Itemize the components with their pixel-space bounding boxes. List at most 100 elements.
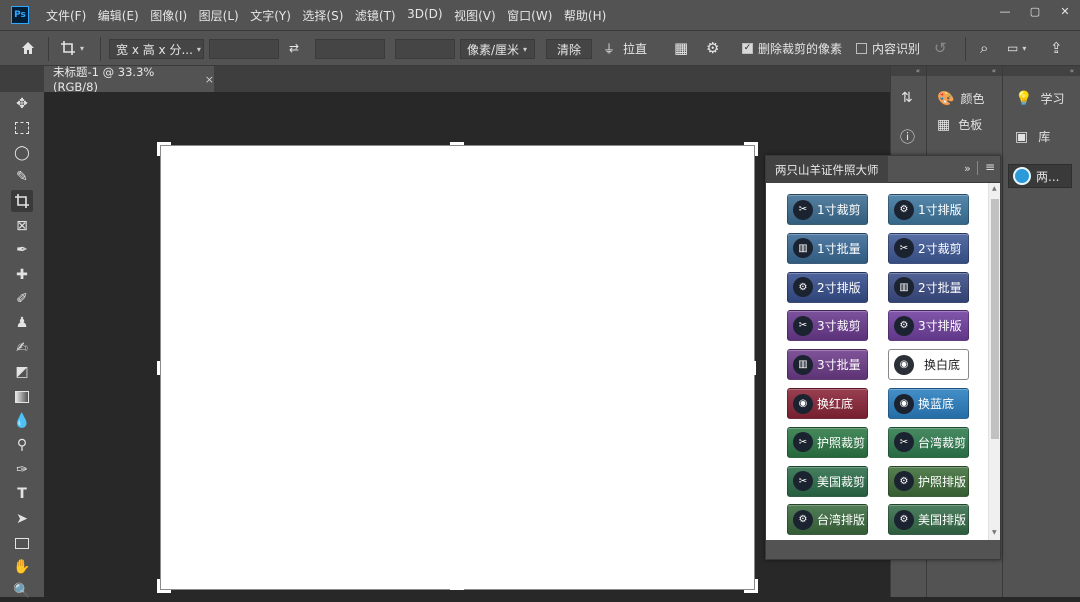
plugin-button-left-5[interactable]: ◉ 换红底 <box>787 388 868 419</box>
straighten-button[interactable]: ⏚ 拉直 <box>603 37 647 59</box>
reset-icon[interactable]: ↺ <box>934 37 947 59</box>
scroll-down-icon[interactable]: ▼ <box>992 529 997 536</box>
gear-icon[interactable]: ⚙ <box>706 37 719 59</box>
crop-handle-bottom-left[interactable] <box>157 579 171 593</box>
crop-tool-preset[interactable]: ▾ <box>60 37 84 59</box>
workspace-icon[interactable]: ▭ ▾ <box>1007 37 1026 59</box>
crop-handle-bottom-right[interactable] <box>744 579 758 593</box>
eraser-tool-icon[interactable]: ◩ <box>11 361 33 383</box>
document-tab[interactable]: 未标题-1 @ 33.3%(RGB/8) × <box>44 65 214 94</box>
path-select-tool-icon[interactable]: ➤ <box>11 508 33 530</box>
crop-handle-right[interactable] <box>753 361 756 375</box>
stamp-tool-icon[interactable]: ♟ <box>11 312 33 334</box>
history-brush-tool-icon[interactable]: ✍ <box>11 337 33 359</box>
crop-handle-top-left[interactable] <box>157 142 171 156</box>
ratio-select[interactable]: 宽 x 高 x 分... ▾ <box>109 39 204 59</box>
delete-cropped-checkbox[interactable]: ✓ 删除裁剪的像素 <box>742 37 842 59</box>
crop-handle-top-right[interactable] <box>744 142 758 156</box>
plugin-button-right-6[interactable]: ✂ 台湾裁剪 <box>888 426 969 458</box>
plugin-button-right-1[interactable]: ✂ 2寸裁剪 <box>888 232 969 264</box>
healing-tool-icon[interactable]: ✚ <box>11 264 33 286</box>
info-icon[interactable]: ⓘ <box>900 126 915 147</box>
plugin-button-left-0[interactable]: ✂ 1寸裁剪 <box>787 194 868 225</box>
menu-item-1[interactable]: 编辑(E) <box>98 7 139 24</box>
plugin-panel-tab[interactable]: 两只山羊证件照大师 <box>766 156 888 183</box>
crop-handle-bottom[interactable] <box>450 587 464 590</box>
crop-tool-icon[interactable] <box>11 190 33 212</box>
plugin-button-right-5[interactable]: ◉ 换蓝底 <box>888 388 969 419</box>
search-icon[interactable]: ⌕ <box>980 37 988 59</box>
plugin-button-right-0[interactable]: ⚙ 1寸排版 <box>888 194 969 225</box>
eyedropper-tool-icon[interactable]: ✒ <box>11 239 33 261</box>
plugin-button-right-8[interactable]: ⚙ 美国排版 <box>888 504 969 536</box>
expand-panel-icon[interactable]: » <box>964 162 971 175</box>
plugin-button-left-7[interactable]: ✂ 美国裁剪 <box>787 465 868 497</box>
quick-select-tool-icon[interactable]: ✎ <box>11 166 33 188</box>
blur-tool-icon[interactable]: 💧 <box>11 410 33 432</box>
move-tool-icon[interactable]: ✥ <box>11 93 33 115</box>
marquee-tool-icon[interactable] <box>11 117 33 139</box>
menu-item-0[interactable]: 文件(F) <box>46 7 86 24</box>
hand-tool-icon[interactable]: ✋ <box>11 556 33 578</box>
crop-handle-top[interactable] <box>450 142 464 145</box>
menu-item-5[interactable]: 选择(S) <box>302 7 343 24</box>
grid-overlay-icon[interactable]: ▦ <box>674 37 688 59</box>
unit-select[interactable]: 像素/厘米 ▾ <box>460 39 535 59</box>
plugin-scrollbar[interactable]: ▲ ▼ <box>988 183 1000 540</box>
document-canvas[interactable] <box>160 145 755 590</box>
rectangle-tool-icon[interactable] <box>11 532 33 554</box>
pen-tool-icon[interactable]: ✑ <box>11 459 33 481</box>
film-icon: ◉ <box>894 354 914 375</box>
plugin-button-left-1[interactable]: ▥ 1寸批量 <box>787 232 868 264</box>
menu-item-2[interactable]: 图像(I) <box>150 7 187 24</box>
collapse-panel-icon[interactable]: « <box>927 66 1002 76</box>
plugin-button-right-7[interactable]: ⚙ 护照排版 <box>888 465 969 497</box>
scroll-up-icon[interactable]: ▲ <box>992 185 997 192</box>
libraries-panel-button[interactable]: ▣ 库 <box>1015 128 1050 145</box>
scroll-thumb[interactable] <box>991 199 999 439</box>
content-aware-checkbox[interactable]: 内容识别 <box>856 37 920 59</box>
clear-button[interactable]: 清除 <box>546 39 593 59</box>
type-tool-icon[interactable]: T <box>11 483 33 505</box>
plugin-button-left-6[interactable]: ✂ 护照裁剪 <box>787 426 868 458</box>
width-field[interactable] <box>209 39 279 59</box>
plugin-button-left-2[interactable]: ⚙ 2寸排版 <box>787 271 868 303</box>
menu-item-4[interactable]: 文字(Y) <box>250 7 291 24</box>
plugin-panel-button[interactable]: 两... <box>1008 164 1072 188</box>
close-window-button[interactable]: ✕ <box>1050 0 1080 22</box>
home-icon[interactable] <box>20 37 36 59</box>
panel-menu-icon[interactable]: ≡ <box>985 160 995 174</box>
frame-tool-icon[interactable]: ⊠ <box>11 215 33 237</box>
learn-panel-button[interactable]: 💡 学习 <box>1015 90 1064 107</box>
menu-item-10[interactable]: 帮助(H) <box>564 7 606 24</box>
swatches-panel-button[interactable]: ▦ 色板 <box>937 116 982 133</box>
color-panel-button[interactable]: 🎨 颜色 <box>937 90 984 107</box>
plugin-button-left-4[interactable]: ▥ 3寸批量 <box>787 349 868 381</box>
close-icon[interactable]: × <box>205 73 214 86</box>
brush-tool-icon[interactable]: ✐ <box>11 288 33 310</box>
zoom-tool-icon[interactable]: 🔍 <box>11 580 33 602</box>
resolution-field[interactable] <box>395 39 455 59</box>
plugin-button-right-3[interactable]: ⚙ 3寸排版 <box>888 310 969 342</box>
menu-item-7[interactable]: 3D(D) <box>407 7 442 24</box>
collapse-panel-icon[interactable]: « <box>1003 66 1080 76</box>
gradient-tool-icon[interactable] <box>11 386 33 408</box>
minimize-button[interactable]: — <box>990 0 1020 22</box>
crop-handle-left[interactable] <box>157 361 160 375</box>
swap-icon[interactable]: ⇄ <box>289 37 299 59</box>
share-icon[interactable]: ⇪ <box>1050 37 1063 59</box>
plugin-button-left-3[interactable]: ✂ 3寸裁剪 <box>787 310 868 342</box>
plugin-button-left-8[interactable]: ⚙ 台湾排版 <box>787 504 868 536</box>
collapse-panel-icon[interactable]: « <box>891 66 926 76</box>
height-field[interactable] <box>315 39 385 59</box>
dodge-tool-icon[interactable]: ⚲ <box>11 434 33 456</box>
history-icon[interactable]: ⇅ <box>901 90 913 106</box>
menu-item-6[interactable]: 滤镜(T) <box>355 7 396 24</box>
restore-button[interactable]: ▢ <box>1020 0 1050 22</box>
plugin-button-right-2[interactable]: ▥ 2寸批量 <box>888 271 969 303</box>
plugin-button-right-4[interactable]: ◉ 换白底 <box>888 349 969 381</box>
menu-item-3[interactable]: 图层(L) <box>199 7 239 24</box>
menu-item-8[interactable]: 视图(V) <box>454 7 496 24</box>
menu-item-9[interactable]: 窗口(W) <box>507 7 552 24</box>
lasso-tool-icon[interactable]: ◯ <box>11 142 33 164</box>
